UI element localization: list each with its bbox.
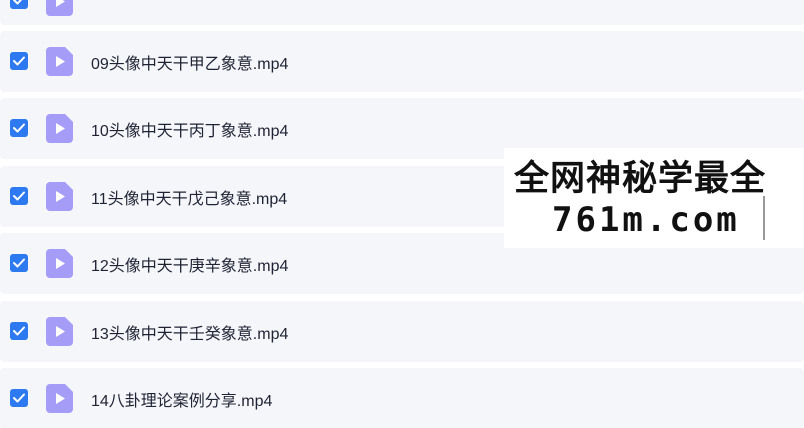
file-name[interactable]: 09头像中天干甲乙象意.mp4 [91, 50, 288, 74]
row-checkbox[interactable] [10, 322, 28, 340]
text-cursor [763, 196, 765, 240]
row-checkbox[interactable] [10, 187, 28, 205]
video-file-icon [46, 249, 73, 278]
file-name[interactable]: 13头像中天干壬癸象意.mp4 [91, 320, 288, 344]
check-icon [13, 258, 25, 268]
check-icon [13, 56, 25, 66]
check-icon [13, 123, 25, 133]
file-row[interactable]: 13头像中天干壬癸象意.mp4 [0, 301, 804, 362]
video-file-icon [46, 114, 73, 143]
video-file-icon [46, 0, 73, 16]
check-icon [13, 0, 23, 5]
row-checkbox[interactable] [10, 0, 28, 9]
row-checkbox[interactable] [10, 119, 28, 137]
watermark-url: 761m.com [552, 200, 740, 240]
file-row[interactable] [0, 0, 804, 25]
check-icon [13, 393, 25, 403]
row-checkbox[interactable] [10, 52, 28, 70]
video-file-icon [46, 47, 73, 76]
check-icon [13, 191, 25, 201]
file-row[interactable]: 14八卦理论案例分享.mp4 [0, 368, 804, 428]
file-row[interactable]: 09头像中天干甲乙象意.mp4 [0, 31, 804, 92]
watermark-overlay: 全网神秘学最全 761m.com [504, 148, 804, 248]
file-name[interactable]: 11头像中天干戊己象意.mp4 [91, 185, 287, 209]
file-name[interactable]: 10头像中天干丙丁象意.mp4 [91, 117, 288, 141]
file-list: 09头像中天干甲乙象意.mp4 10头像中天干丙丁象意.mp4 11头像中天干戊… [0, 0, 804, 428]
video-file-icon [46, 317, 73, 346]
file-name[interactable]: 12头像中天干庚辛象意.mp4 [91, 252, 288, 276]
video-file-icon [46, 384, 73, 413]
file-name[interactable]: 14八卦理论案例分享.mp4 [91, 387, 272, 411]
row-checkbox[interactable] [10, 389, 28, 407]
row-checkbox[interactable] [10, 254, 28, 272]
watermark-text: 全网神秘学最全 [514, 159, 767, 199]
video-file-icon [46, 182, 73, 211]
check-icon [13, 326, 25, 336]
